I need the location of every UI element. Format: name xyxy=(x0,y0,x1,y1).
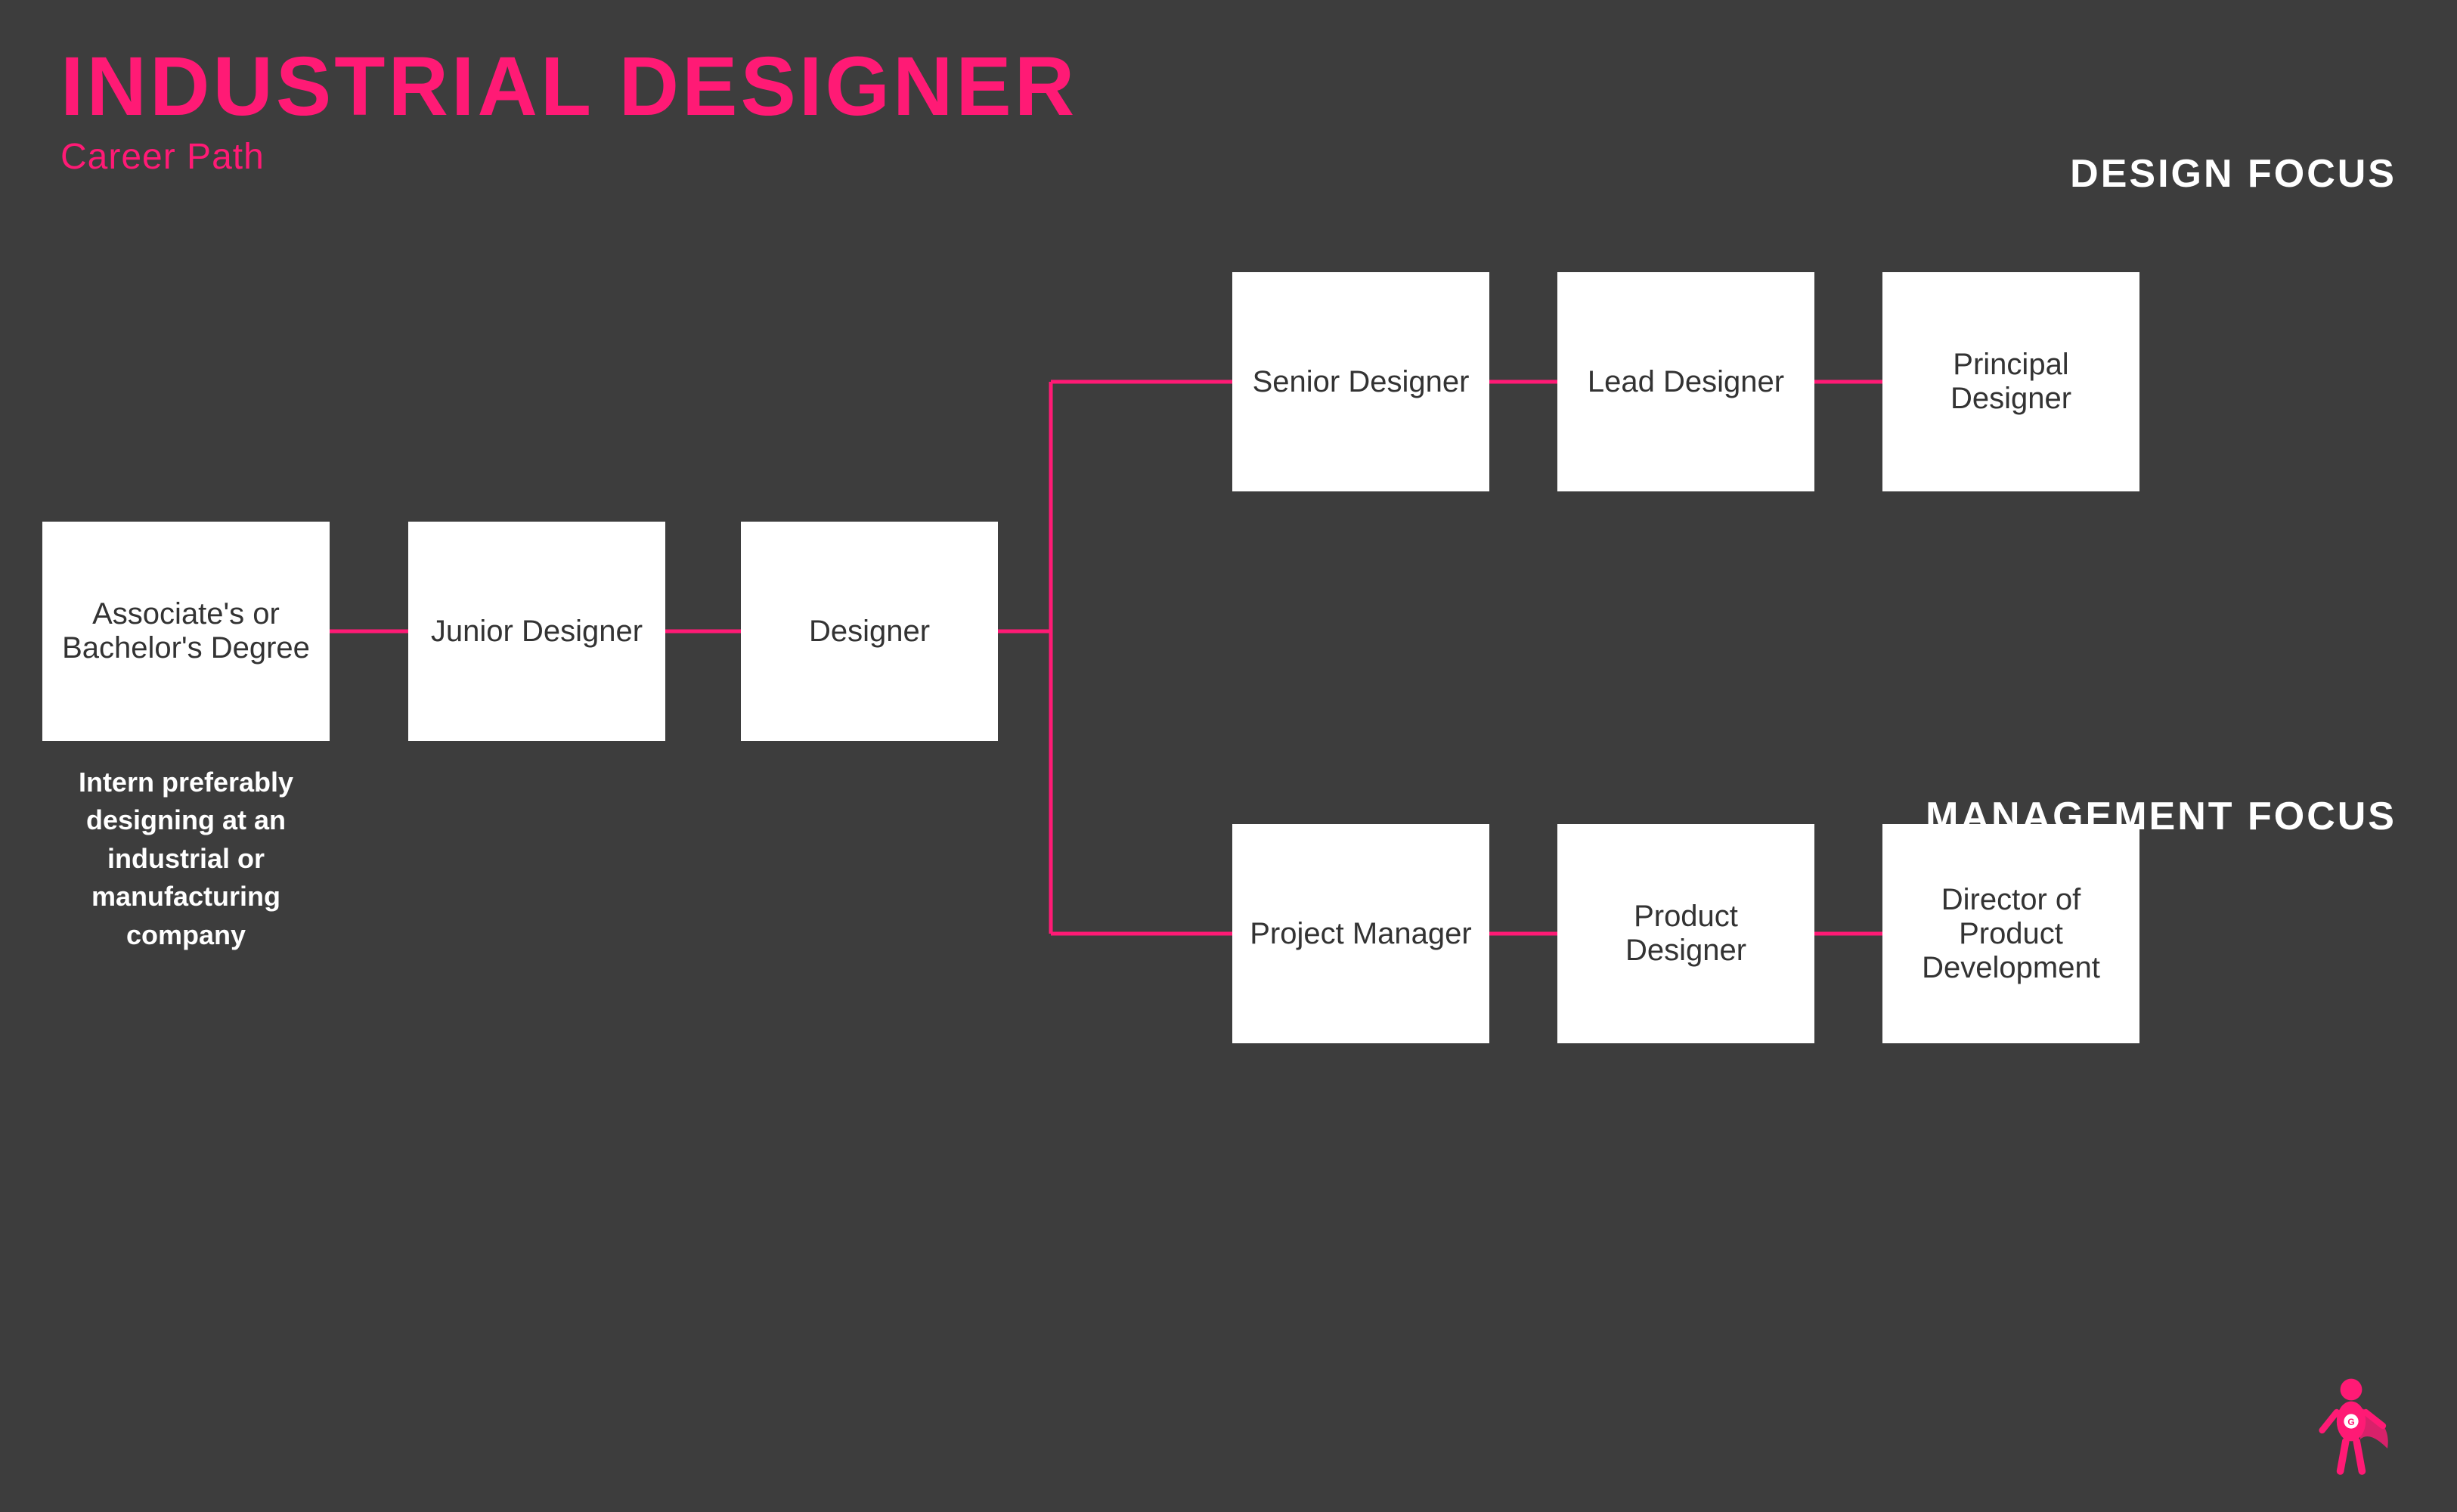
intern-text: Intern preferably designing at an indust… xyxy=(42,764,330,954)
senior-designer-box: Senior Designer xyxy=(1232,272,1489,491)
designer-label: Designer xyxy=(809,615,930,649)
project-manager-box: Project Manager xyxy=(1232,824,1489,1043)
director-label: Director of Product Development xyxy=(1898,883,2124,985)
senior-designer-label: Senior Designer xyxy=(1253,365,1470,399)
principal-designer-label: Principal Designer xyxy=(1898,348,2124,416)
svg-text:G: G xyxy=(2347,1417,2354,1427)
junior-designer-label: Junior Designer xyxy=(431,615,643,649)
connector-lines xyxy=(0,0,2457,1512)
degree-box: Associate's or Bachelor's Degree xyxy=(42,522,330,741)
designer-box: Designer xyxy=(741,522,998,741)
director-box: Director of Product Development xyxy=(1882,824,2139,1043)
sub-title: Career Path xyxy=(60,136,1077,178)
project-manager-label: Project Manager xyxy=(1250,917,1471,951)
lead-designer-box: Lead Designer xyxy=(1557,272,1814,491)
degree-label: Associate's or Bachelor's Degree xyxy=(57,597,314,665)
design-focus-label: DESIGN FOCUS xyxy=(2070,151,2397,197)
header: INDUSTRIAL DESIGNER Career Path xyxy=(60,45,1077,178)
lead-designer-label: Lead Designer xyxy=(1588,365,1784,399)
junior-designer-box: Junior Designer xyxy=(408,522,665,741)
hero-logo: G xyxy=(2306,1376,2397,1467)
principal-designer-box: Principal Designer xyxy=(1882,272,2139,491)
product-designer-box: Product Designer xyxy=(1557,824,1814,1043)
main-title: INDUSTRIAL DESIGNER xyxy=(60,45,1077,129)
product-designer-label: Product Designer xyxy=(1572,900,1799,968)
